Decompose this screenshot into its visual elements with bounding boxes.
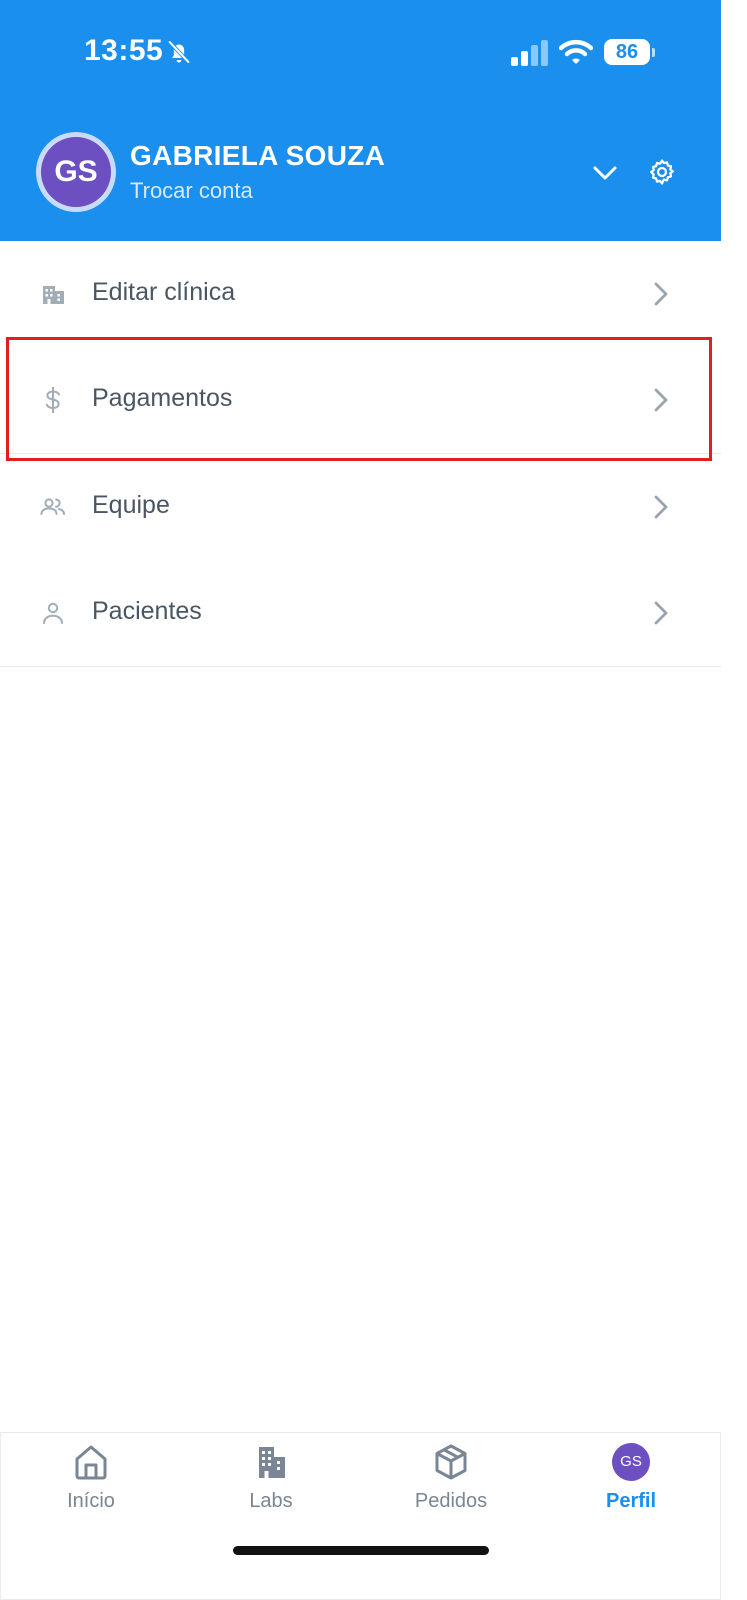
- chevron-right-icon: [654, 601, 668, 625]
- wifi-icon: [559, 39, 593, 64]
- team-icon: [40, 498, 65, 515]
- menu-item-label: Equipe: [92, 491, 170, 519]
- dollar-icon: [45, 387, 60, 413]
- screen: 13:55 86 GS GABRIELA SOUZA Trocar conta: [0, 0, 721, 1600]
- menu-item-pagamentos[interactable]: Pagamentos: [0, 347, 721, 454]
- chevron-right-icon: [654, 388, 668, 412]
- tab-perfil[interactable]: GS Perfil: [541, 1433, 721, 1533]
- chevron-right-icon: [654, 495, 668, 519]
- menu-item-editar-clinica[interactable]: Editar clínica: [0, 241, 721, 348]
- tab-label: Perfil: [605, 1490, 657, 1512]
- profile-name[interactable]: GABRIELA SOUZA: [130, 140, 385, 172]
- profile-header: 13:55 86 GS GABRIELA SOUZA Trocar conta: [0, 0, 721, 241]
- building-icon: [43, 286, 64, 304]
- battery-icon: 86: [604, 39, 655, 65]
- switch-account-link[interactable]: Trocar conta: [130, 178, 253, 204]
- menu-item-pacientes[interactable]: Pacientes: [0, 560, 721, 667]
- chevron-down-icon[interactable]: [590, 158, 620, 188]
- tab-label: Pedidos: [414, 1490, 488, 1512]
- package-icon: [435, 1444, 467, 1480]
- tab-avatar: GS: [612, 1443, 650, 1481]
- gear-icon[interactable]: [647, 157, 677, 187]
- menu-item-label: Pacientes: [92, 597, 202, 625]
- home-indicator: [233, 1546, 489, 1555]
- tab-inicio[interactable]: Início: [1, 1433, 181, 1533]
- menu-item-label: Editar clínica: [92, 278, 236, 306]
- status-time: 13:55: [84, 34, 164, 67]
- battery-level: 86: [615, 41, 639, 63]
- chevron-right-icon: [654, 282, 668, 306]
- menu-item-label: Pagamentos: [92, 384, 233, 412]
- tab-pedidos[interactable]: Pedidos: [361, 1433, 541, 1533]
- tab-label: Início: [67, 1490, 115, 1512]
- tab-labs[interactable]: Labs: [181, 1433, 361, 1533]
- tab-bar: Início Labs Pedidos GS Perfil: [0, 1432, 721, 1600]
- menu-item-equipe[interactable]: Equipe: [0, 454, 721, 561]
- bell-off-icon: [167, 40, 191, 64]
- avatar[interactable]: GS: [41, 137, 111, 207]
- home-icon: [75, 1445, 107, 1480]
- tab-label: Labs: [249, 1490, 293, 1512]
- signal-icon: [511, 40, 548, 66]
- buildings-icon: [259, 1447, 285, 1478]
- right-gutter: [721, 0, 747, 1600]
- person-icon: [43, 602, 63, 624]
